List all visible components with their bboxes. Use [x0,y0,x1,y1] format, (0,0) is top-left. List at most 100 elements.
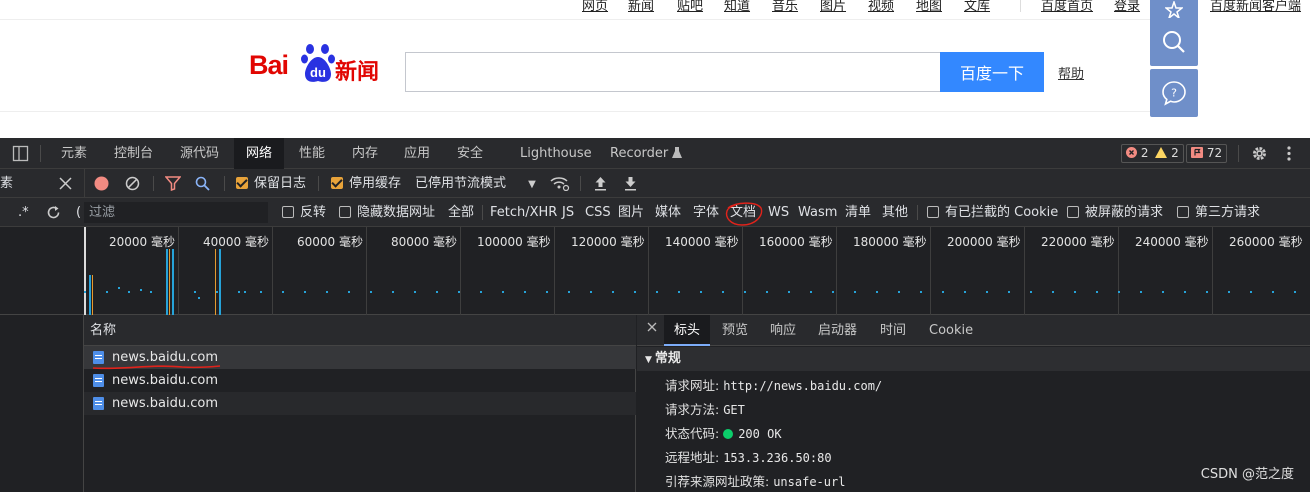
detail-tab-headers[interactable]: 标头 [664,315,711,346]
red-annotation-circle [724,200,764,227]
export-har-icon[interactable] [624,176,637,191]
disable-cache-checkbox[interactable]: 停用缓存 [331,169,401,198]
search-input[interactable] [405,52,941,92]
side-search-button[interactable] [1150,18,1198,66]
filter-toolbar: .* ( 反转 隐藏数据网址 全部 Fetch/XHR JS CSS 图片 媒体… [0,198,1310,227]
timeline-request-bar [169,249,170,315]
tab-lighthouse[interactable]: Lighthouse [520,138,592,169]
blocked-cookies-checkbox[interactable]: 有已拦截的 Cookie [927,198,1058,227]
tab-network[interactable]: 网络 [234,138,285,169]
timeline-request-bar [219,249,221,315]
timeline-cursor [84,227,86,315]
issues-count: 72 [1206,146,1223,160]
nav-divider [1020,0,1021,12]
tab-performance[interactable]: 性能 [299,138,325,169]
dock-side-icon[interactable] [12,145,29,162]
tab-application[interactable]: 应用 [404,138,430,169]
filter-type-images[interactable]: 图片 [618,198,644,227]
blocked-requests-checkbox[interactable]: 被屏蔽的请求 [1067,198,1163,227]
filter-type-wasm[interactable]: Wasm [798,198,837,227]
hide-data-urls-label: 隐藏数据网址 [357,205,436,220]
more-options-icon[interactable] [1286,145,1292,162]
timeline-gridline [366,227,367,315]
filter-icon[interactable] [165,176,181,191]
invert-checkbox[interactable]: 反转 [282,198,326,227]
svg-text:?: ? [1171,87,1177,100]
general-section-title: 常规 [654,351,681,366]
chevron-down-icon: ▼ [528,179,536,190]
settings-gear-icon[interactable] [1251,145,1268,162]
paw-icon: du [301,40,335,86]
detail-tab-cookie[interactable]: Cookie [929,315,973,346]
tab-recorder[interactable]: Recorder [610,138,683,169]
clear-icon[interactable] [125,176,140,191]
preserve-log-checkbox[interactable]: 保留日志 [236,169,306,198]
timeline-request-bar [92,275,93,315]
timeline-request-bar [215,249,216,315]
tab-sources[interactable]: 源代码 [180,138,219,169]
nav-link-baidu-home[interactable]: 百度首页 [1041,0,1093,14]
tab-console[interactable]: 控制台 [114,138,153,169]
request-row[interactable]: news.baidu.com [84,392,636,415]
close-icon[interactable] [59,177,72,190]
issues-badge[interactable]: 72 [1186,144,1228,163]
requests-header-name[interactable]: 名称 [84,315,636,346]
nav-link-web[interactable]: 网页 [582,0,608,14]
filter-type-font[interactable]: 字体 [693,198,719,227]
throttling-select[interactable]: 已停用节流模式 ▼ [415,169,536,198]
timeline-request-bar [89,275,91,315]
record-icon[interactable] [94,176,109,191]
field-value: GET [723,403,745,417]
detail-tab-timing[interactable]: 时间 [880,315,906,346]
nav-link-video[interactable]: 视频 [868,0,894,14]
timeline-tick-label: 140000 毫秒 [665,235,739,249]
filter-type-css[interactable]: CSS [585,198,611,227]
general-section-header[interactable]: ▼ 常规 [637,347,1310,371]
tab-memory[interactable]: 内存 [352,138,378,169]
refresh-icon[interactable] [46,205,61,220]
detail-tab-response[interactable]: 响应 [770,315,796,346]
nav-link-map[interactable]: 地图 [916,0,942,14]
import-har-icon[interactable] [594,176,607,191]
case-toggle-fragment[interactable]: ( [76,198,81,227]
filter-type-other[interactable]: 其他 [882,198,908,227]
filter-type-fetch-xhr[interactable]: Fetch/XHR [490,198,557,227]
nav-link-wenku[interactable]: 文库 [964,0,990,14]
filter-type-js[interactable]: JS [562,198,574,227]
tab-elements[interactable]: 元素 [61,138,87,169]
checkbox-unchecked-icon [1067,206,1079,218]
network-conditions-icon[interactable] [550,176,570,191]
checkbox-unchecked-icon [927,206,939,218]
help-link[interactable]: 帮助 [1058,63,1084,82]
tab-security[interactable]: 安全 [457,138,483,169]
timeline-tick-label: 160000 毫秒 [759,235,833,249]
filter-type-ws[interactable]: WS [768,198,789,227]
side-help-button[interactable]: ? [1150,69,1198,117]
filter-type-media[interactable]: 媒体 [655,198,681,227]
request-row[interactable]: news.baidu.com [84,369,636,392]
nav-link-news[interactable]: 新闻 [628,0,654,14]
detail-tab-preview[interactable]: 预览 [722,315,748,346]
hide-data-urls-checkbox[interactable]: 隐藏数据网址 [339,198,435,227]
nav-link-zhidao[interactable]: 知道 [724,0,750,14]
nav-link-tieba[interactable]: 贴吧 [677,0,703,14]
detail-tab-initiator[interactable]: 启动器 [818,315,857,346]
search-icon [1161,29,1187,55]
nav-link-login[interactable]: 登录 [1114,0,1140,14]
timeline-request-bar [166,249,168,315]
field-value: http://news.baidu.com/ [723,379,883,393]
nav-link-music[interactable]: 音乐 [772,0,798,14]
regex-toggle[interactable]: .* [18,198,29,227]
close-detail-icon[interactable] [647,322,657,339]
search-icon[interactable] [195,176,210,191]
filter-type-manifest[interactable]: 清单 [845,198,871,227]
nav-link-client[interactable]: 百度新闻客户端 [1210,0,1301,14]
issue-counter[interactable]: 2 2 [1121,144,1184,163]
network-overview-timeline[interactable]: 20000 毫秒 40000 毫秒 60000 毫秒 80000 毫秒 1000… [0,227,1310,315]
filter-input[interactable] [84,202,268,223]
third-party-checkbox[interactable]: 第三方请求 [1177,198,1260,227]
baidu-news-logo[interactable]: Bai du 新闻 [249,40,389,88]
nav-link-images[interactable]: 图片 [820,0,846,14]
filter-type-all[interactable]: 全部 [448,198,474,227]
search-button[interactable]: 百度一下 [940,52,1044,92]
